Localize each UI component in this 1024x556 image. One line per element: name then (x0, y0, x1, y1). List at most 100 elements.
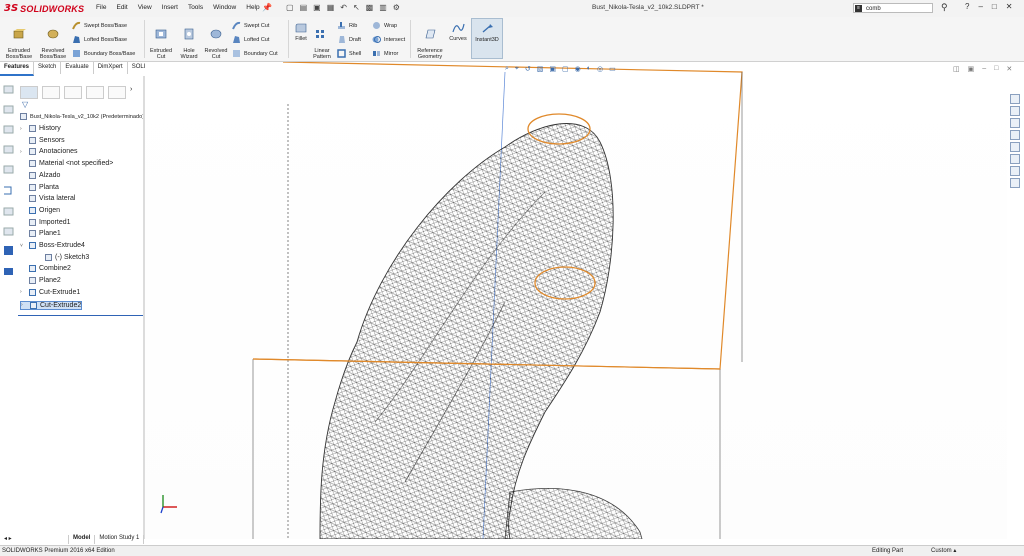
rebuild-icon[interactable]: ▩ (366, 3, 374, 12)
tab-scroll-arrows[interactable]: ◂ ▸ (0, 535, 69, 544)
viewport-close-icon[interactable]: ✕ (1006, 65, 1012, 73)
viewport-split-icon[interactable]: ◫ (953, 65, 960, 73)
open-folder-icon[interactable]: ▤ (300, 3, 308, 12)
tree-item[interactable]: (-) Sketch3 (36, 253, 89, 261)
tree-item[interactable]: ˅ Boss-Extrude4 (20, 242, 85, 249)
pin-icon[interactable]: 📌 (262, 3, 272, 12)
feature-tree-rollback-bar[interactable] (18, 315, 144, 316)
menu-help[interactable]: Help (246, 4, 259, 11)
menu-insert[interactable]: Insert (162, 4, 178, 11)
menu-file[interactable]: File (96, 4, 106, 11)
extruded-boss-button[interactable]: Extruded Boss/Base (3, 22, 35, 60)
select-arrow-icon[interactable]: ↖ (353, 3, 360, 12)
curves-button[interactable]: Curves (448, 22, 468, 42)
shortcut-icons[interactable] (3, 84, 15, 304)
dimxpert-manager-tab-icon[interactable] (86, 86, 104, 99)
zoom-area-icon[interactable]: ⌖ (515, 65, 519, 73)
tree-expand-icon[interactable]: › (20, 289, 26, 295)
tree-item[interactable]: Sensors (20, 136, 65, 144)
options-gear-icon[interactable]: ⚙ (393, 3, 400, 12)
fillet-button[interactable]: Fillet (291, 22, 311, 42)
chevron-right-icon[interactable]: › (130, 86, 138, 97)
solidworks-logo[interactable]: 3S SOLIDWORKS (4, 2, 84, 15)
tree-item[interactable]: Combine2 (20, 265, 71, 273)
tree-item[interactable]: › Cut-Extrude1 (20, 288, 80, 296)
file-properties-icon[interactable]: ▥ (379, 3, 387, 12)
tree-item[interactable]: Planta (20, 183, 59, 191)
tree-item[interactable]: Alzado (20, 171, 60, 179)
file-explorer-icon[interactable] (1010, 130, 1020, 140)
resources-icon[interactable] (1010, 106, 1020, 116)
menu-view[interactable]: View (138, 4, 152, 11)
zoom-to-fit-icon[interactable]: ⌕ (505, 65, 509, 73)
tree-expand-icon[interactable]: › (20, 126, 26, 132)
tab-features[interactable]: Features (0, 62, 35, 76)
close-button[interactable]: ✕ (1006, 2, 1013, 11)
filter-icon[interactable]: ▽ (22, 100, 28, 109)
new-document-icon[interactable]: ▢ (286, 3, 294, 12)
shell-button[interactable]: Shell (337, 49, 361, 58)
boundary-cut-button[interactable]: Boundary Cut (232, 49, 278, 58)
maximize-button[interactable]: □ (992, 2, 997, 11)
rib-button[interactable]: Rib (337, 21, 357, 30)
hide-show-icon[interactable]: ◉ (575, 65, 581, 73)
tree-expand-icon[interactable]: › (20, 149, 26, 155)
mirror-button[interactable]: Mirror (372, 49, 398, 58)
menu-window[interactable]: Window (213, 4, 236, 11)
viewport-minimize-icon[interactable]: – (982, 65, 986, 73)
display-style-icon[interactable]: ▢ (562, 65, 569, 73)
swept-boss-button[interactable]: Swept Boss/Base (72, 21, 127, 30)
tab-motion-study[interactable]: Motion Study 1 (95, 535, 145, 544)
print-icon[interactable]: ▦ (327, 3, 335, 12)
tree-item[interactable]: Plane2 (20, 277, 61, 285)
appearances-icon[interactable] (1010, 154, 1020, 164)
tree-item[interactable]: Vista lateral (20, 195, 75, 203)
tree-item[interactable]: Origen (20, 206, 60, 214)
feature-manager-tab-icon[interactable] (20, 86, 38, 99)
home-icon[interactable] (1010, 94, 1020, 104)
draft-button[interactable]: Draft (337, 35, 361, 44)
configuration-manager-tab-icon[interactable] (64, 86, 82, 99)
tree-item[interactable]: Plane1 (20, 230, 61, 238)
hole-wizard-button[interactable]: Hole Wizard (176, 22, 202, 60)
tree-item[interactable]: › Anotaciones (20, 148, 78, 156)
display-manager-tab-icon[interactable] (108, 86, 126, 99)
boundary-boss-button[interactable]: Boundary Boss/Base (72, 49, 135, 58)
scene-icon[interactable]: ◎ (597, 65, 603, 73)
appearance-icon[interactable]: ◐ (587, 65, 591, 73)
tree-expand-icon[interactable]: ˅ (20, 243, 26, 249)
previous-view-icon[interactable]: ↺ (525, 65, 531, 73)
tree-expand-icon[interactable]: › (21, 302, 27, 308)
view-palette-icon[interactable] (1010, 142, 1020, 152)
section-view-icon[interactable]: ▧ (537, 65, 544, 73)
viewport-restore-icon[interactable]: ▣ (968, 65, 975, 73)
revolved-cut-button[interactable]: Revolved Cut (202, 22, 230, 60)
tree-item[interactable]: Material <not specified> (20, 160, 113, 168)
property-manager-tab-icon[interactable] (42, 86, 60, 99)
help-button[interactable]: ? (965, 2, 969, 11)
custom-properties-icon[interactable] (1010, 166, 1020, 176)
forum-icon[interactable] (1010, 178, 1020, 188)
tab-dimxpert[interactable]: DimXpert (94, 62, 128, 74)
instant3d-button[interactable]: Instant3D (471, 18, 503, 59)
design-library-icon[interactable] (1010, 118, 1020, 128)
lofted-cut-button[interactable]: Lofted Cut (232, 35, 269, 44)
swept-cut-button[interactable]: Swept Cut (232, 21, 269, 30)
tree-root[interactable]: Bust_Nikola-Tesla_v2_10k2 (Predeterminad… (20, 113, 144, 120)
search-input[interactable]: ≡ comb (853, 3, 933, 13)
intersect-button[interactable]: Intersect (372, 35, 405, 44)
view-orientation-icon[interactable]: ▣ (549, 65, 556, 73)
lofted-boss-button[interactable]: Lofted Boss/Base (72, 35, 127, 44)
minimize-button[interactable]: – (978, 2, 982, 11)
menu-edit[interactable]: Edit (116, 4, 127, 11)
extruded-cut-button[interactable]: Extruded Cut (147, 22, 175, 60)
tab-sketch[interactable]: Sketch (34, 62, 62, 74)
tree-item[interactable]: › Cut-Extrude2 (20, 300, 83, 310)
tree-item[interactable]: › History (20, 125, 61, 132)
save-icon[interactable]: ▣ (313, 3, 321, 12)
viewport-maximize-icon[interactable]: □ (994, 65, 998, 73)
menu-tools[interactable]: Tools (188, 4, 203, 11)
undo-icon[interactable]: ↶ (340, 3, 347, 12)
linear-pattern-button[interactable]: Linear Pattern (311, 22, 333, 60)
view-settings-icon[interactable]: ▭ (609, 65, 616, 73)
